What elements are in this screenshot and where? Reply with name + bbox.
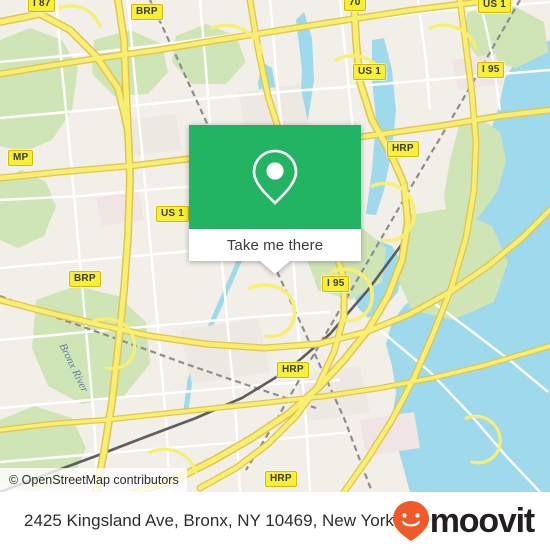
shield-hrp-3: HRP: [265, 471, 297, 487]
shield-brp-2: BRP: [69, 271, 101, 287]
shield-i95-2: I 95: [322, 276, 350, 292]
popup-icon-area: [189, 125, 361, 229]
bottom-info-bar: 2425 Kingsland Ave, Bronx, NY 10469, New…: [0, 492, 550, 550]
popup-action-label: Take me there: [226, 236, 324, 254]
shield-hrp-2: HRP: [277, 362, 309, 378]
shield-us1-2: US 1: [353, 64, 387, 80]
shield-us1-3: US 1: [156, 206, 190, 222]
popup-tail: [260, 261, 290, 274]
popup-action-area[interactable]: Take me there: [189, 229, 361, 261]
shield-i87: I 87: [28, 0, 56, 12]
moovit-map-screenshot: Bronx River I 87 BRP 70 US 1 MP US 1I 95 HRP US…: [0, 0, 550, 550]
moovit-pin-logo-icon: [392, 501, 429, 541]
osm-attribution[interactable]: © OpenStreetMap contributors: [0, 468, 187, 492]
shield-70: 70: [344, 0, 366, 11]
moovit-brand[interactable]: moovit: [390, 499, 535, 543]
shield-i95-1: I 95: [477, 62, 505, 78]
shield-brp-1: BRP: [131, 4, 163, 20]
shield-hrp-1: HRP: [387, 141, 419, 157]
map-pin-icon: [252, 149, 298, 205]
take-me-there-popup[interactable]: Take me there: [189, 125, 361, 274]
shield-us1-1: US 1: [478, 0, 512, 13]
moovit-wordmark: moovit: [429, 502, 535, 540]
shield-mp: MP: [8, 150, 34, 166]
address-text: 2425 Kingsland Ave, Bronx, NY 10469, New…: [24, 511, 428, 530]
